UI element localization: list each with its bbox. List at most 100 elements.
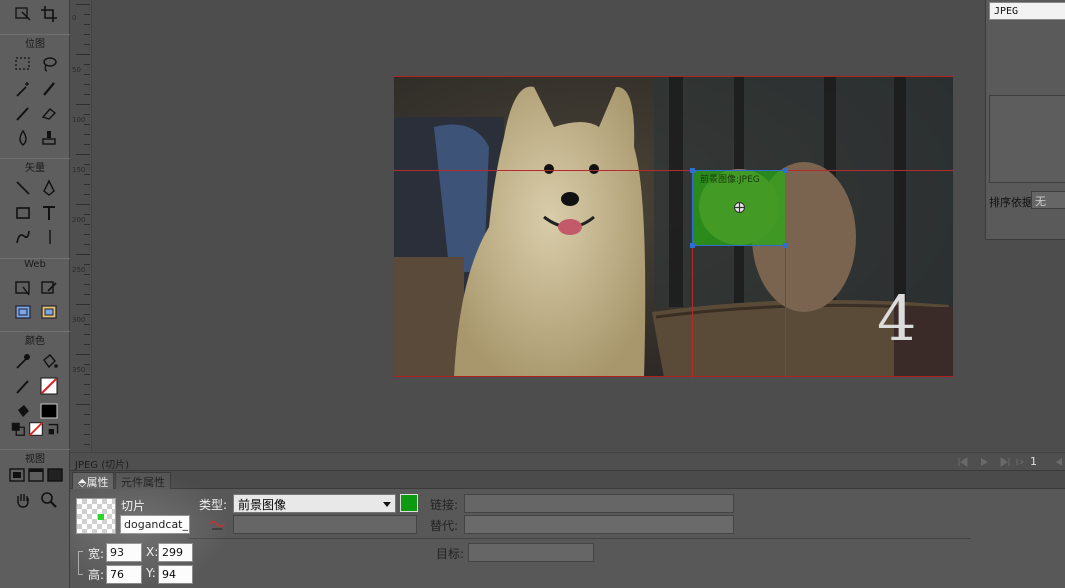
ruler-tick [84, 444, 90, 445]
prev-frame-icon[interactable] [1052, 455, 1065, 469]
slice-label: 切片 [121, 499, 146, 513]
ruler-label: 200 [72, 216, 86, 224]
ruler-tick [84, 144, 90, 145]
section-colors: 颜色 [0, 331, 70, 347]
constrain-proportions-icon[interactable] [78, 551, 83, 575]
ruler-label: 0 [72, 14, 77, 22]
pointer-scale-icon[interactable] [12, 3, 34, 25]
sort-label: 排序依据: [989, 196, 1037, 209]
slice-color-swatch[interactable] [400, 494, 418, 512]
marquee-icon[interactable] [12, 53, 34, 75]
ruler-tick [84, 394, 90, 395]
web-slice[interactable]: 前景图像:JPEG [690, 168, 788, 248]
paint-bucket-icon[interactable] [38, 350, 60, 372]
section-web: Web [0, 258, 70, 272]
slice-guide-horizontal [393, 170, 954, 171]
ruler-tick [76, 54, 90, 55]
show-slices-icon[interactable] [38, 301, 60, 323]
ruler-tick [84, 174, 90, 175]
link-select[interactable] [464, 494, 734, 513]
eyedropper-icon[interactable] [12, 350, 34, 372]
ruler-tick [84, 274, 90, 275]
stroke-color-swatch[interactable] [38, 375, 60, 397]
y-field[interactable]: 94 [158, 565, 193, 584]
tab-properties[interactable]: ⬘属性 [72, 472, 115, 489]
behavior-handle-icon[interactable] [733, 201, 746, 214]
ruler-tick [84, 434, 90, 435]
ruler-tick [84, 314, 90, 315]
full-screen-menu-icon[interactable] [27, 466, 45, 484]
sort-select[interactable]: 无 [1031, 191, 1065, 209]
vertical-ruler[interactable]: 0 50 100 150 200 250 300 350 [70, 0, 92, 452]
properties-tabs: ⬘属性 元件属性 [70, 471, 1065, 489]
pencil-icon[interactable] [12, 102, 34, 124]
chevron-down-icon [383, 502, 391, 507]
knife-icon[interactable] [38, 226, 60, 248]
ruler-tick [84, 344, 90, 345]
play-icon[interactable] [977, 455, 991, 469]
ruler-label: 250 [72, 266, 86, 274]
document-image[interactable] [393, 76, 954, 377]
first-frame-icon[interactable] [956, 455, 970, 469]
eraser-icon[interactable] [38, 102, 60, 124]
ruler-label: 150 [72, 166, 86, 174]
width-field[interactable]: 93 [106, 543, 142, 562]
swap-colors-icon[interactable] [46, 421, 62, 437]
section-bitmap: 位图 [0, 34, 70, 50]
crop-icon[interactable] [38, 3, 60, 25]
zoom-icon[interactable] [38, 489, 60, 511]
behavior-icon[interactable] [209, 518, 225, 530]
x-field[interactable]: 299 [158, 543, 193, 562]
hand-icon[interactable] [12, 489, 34, 511]
target-label: 目标: [436, 547, 465, 561]
slice-handle[interactable] [690, 243, 695, 248]
secondary-select[interactable] [233, 515, 417, 534]
ruler-tick [76, 204, 90, 205]
blur-icon[interactable] [12, 127, 34, 149]
ruler-tick [84, 134, 90, 135]
frame-list-icon[interactable] [1013, 455, 1027, 469]
hide-slices-icon[interactable] [12, 301, 34, 323]
ruler-tick [76, 4, 90, 5]
ruler-tick [84, 84, 90, 85]
type-label: 类型: [199, 498, 228, 512]
default-colors-icon[interactable] [10, 421, 26, 437]
slice-icon[interactable] [38, 277, 60, 299]
stroke-color-icon[interactable] [12, 375, 34, 397]
brush-icon[interactable] [38, 78, 60, 100]
alt-field[interactable] [464, 515, 734, 534]
ruler-tick [84, 244, 90, 245]
lasso-icon[interactable] [38, 53, 60, 75]
pen-icon[interactable] [38, 177, 60, 199]
fill-color-swatch[interactable] [38, 400, 60, 422]
y-label: Y: [146, 566, 156, 580]
alt-label: 替代: [430, 519, 459, 533]
standard-screen-icon[interactable] [8, 466, 26, 484]
slice-caption: 前景图像:JPEG [700, 175, 760, 185]
ruler-tick [84, 74, 90, 75]
full-screen-icon[interactable] [46, 466, 64, 484]
slice-name-field[interactable]: dogandcat_r [120, 515, 190, 534]
hotspot-icon[interactable] [12, 277, 34, 299]
ruler-label: 300 [72, 316, 86, 324]
fill-color-icon[interactable] [12, 400, 34, 422]
ruler-tick [84, 224, 90, 225]
ruler-tick [84, 234, 90, 235]
height-field[interactable]: 76 [106, 565, 142, 584]
tab-symbol-properties[interactable]: 元件属性 [115, 472, 171, 489]
magic-wand-icon[interactable] [12, 78, 34, 100]
slice-handle[interactable] [783, 168, 788, 173]
freeform-icon[interactable] [12, 226, 34, 248]
slice-handle[interactable] [690, 168, 695, 173]
slice-handle[interactable] [783, 243, 788, 248]
ruler-tick [84, 34, 90, 35]
format-list-item[interactable]: JPEG [989, 2, 1065, 20]
last-frame-icon[interactable] [998, 455, 1012, 469]
type-select[interactable]: 前景图像 [233, 494, 396, 513]
line-icon[interactable] [12, 177, 34, 199]
rubber-stamp-icon[interactable] [38, 127, 60, 149]
text-icon[interactable] [38, 202, 60, 224]
rectangle-icon[interactable] [12, 202, 34, 224]
no-color-icon[interactable] [28, 421, 44, 437]
target-select[interactable] [468, 543, 594, 562]
